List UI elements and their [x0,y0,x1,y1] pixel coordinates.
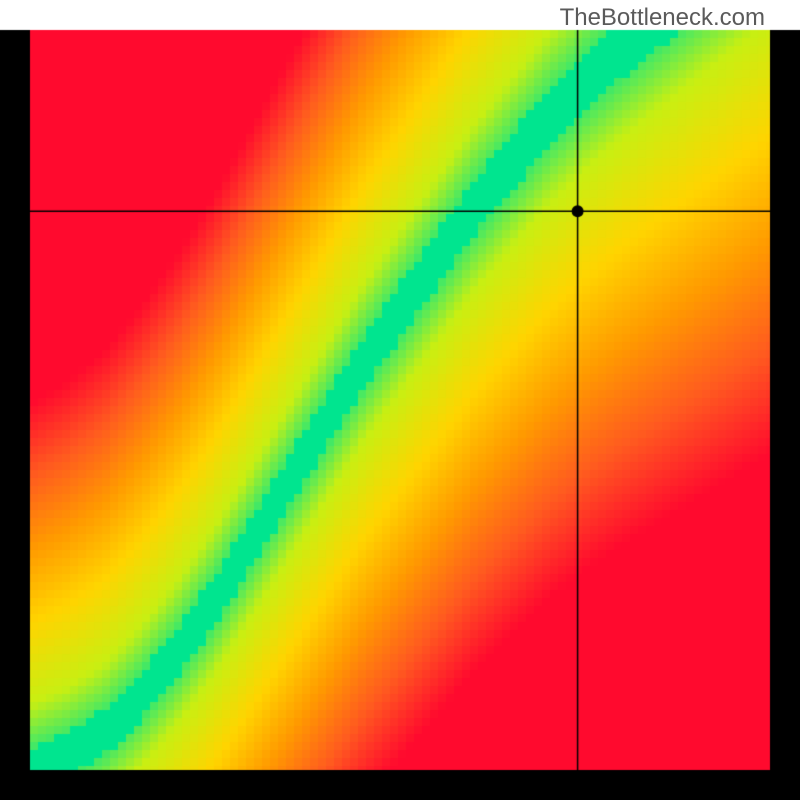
watermark-text: TheBottleneck.com [560,4,765,32]
chart-frame: TheBottleneck.com [0,0,800,800]
bottleneck-heatmap [0,0,800,800]
